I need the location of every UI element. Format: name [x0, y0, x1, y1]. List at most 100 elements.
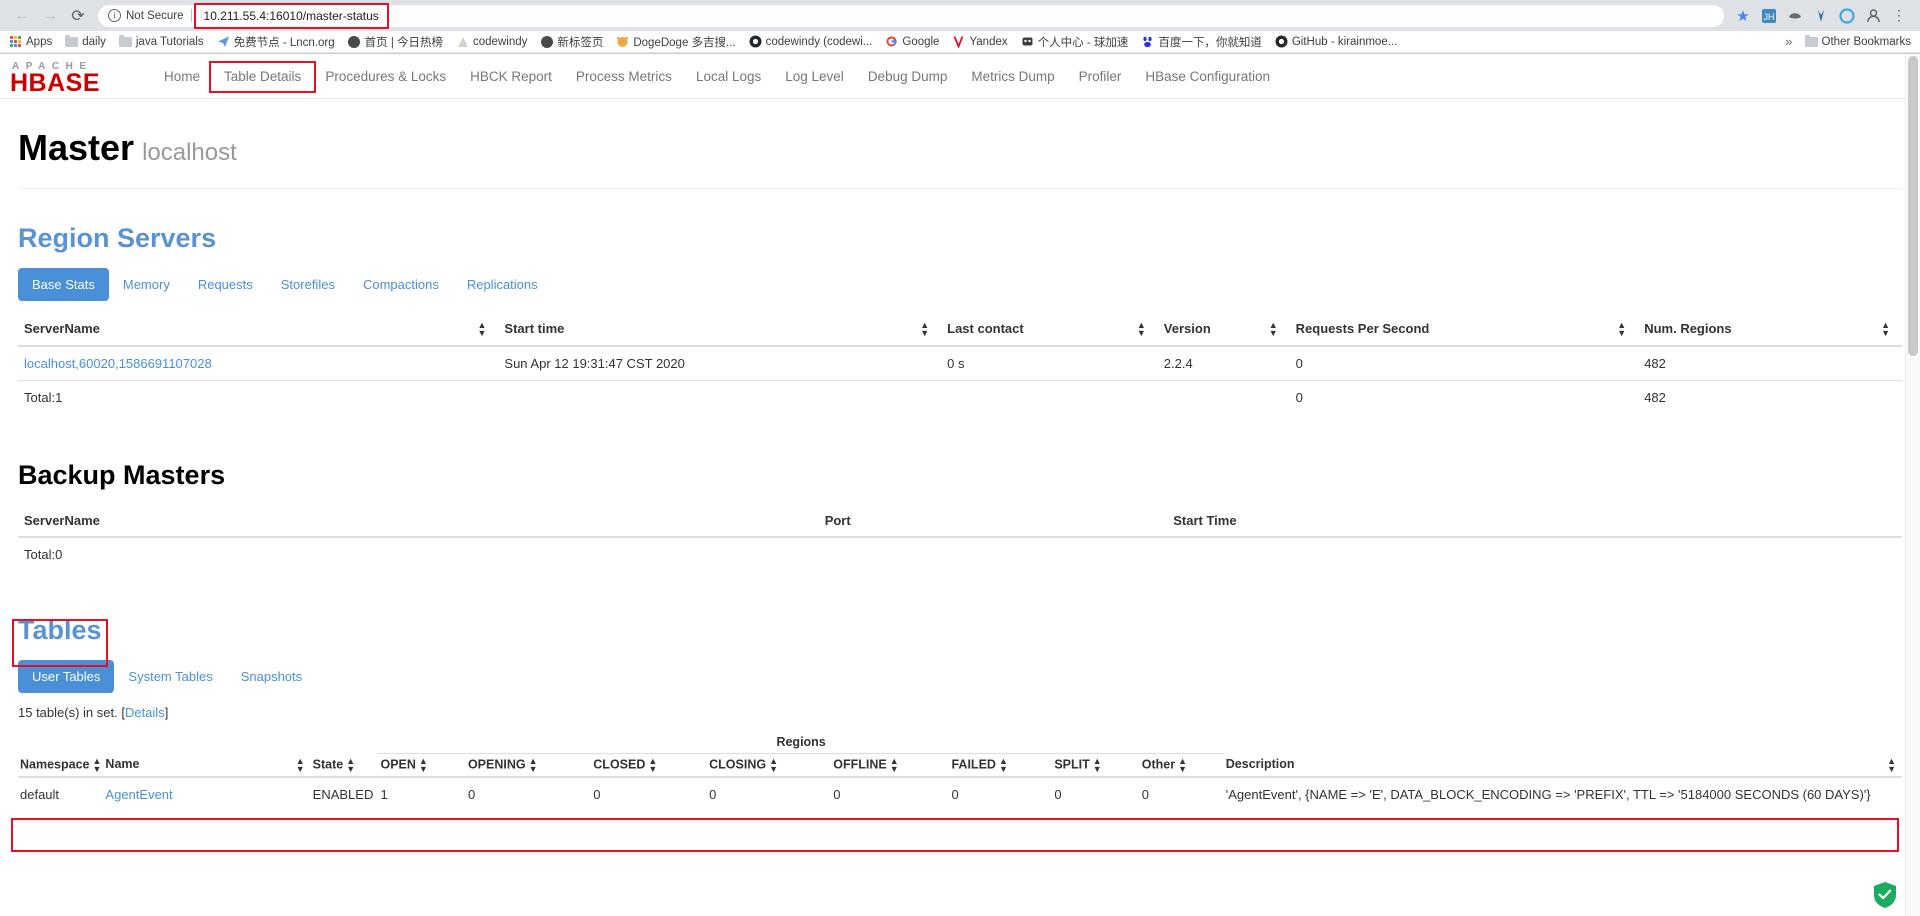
extension-icon-2[interactable]: [1782, 3, 1808, 29]
nav-item-hbck-report[interactable]: HBCK Report: [458, 54, 564, 99]
col-failed[interactable]: FAILED ▲ ▼: [949, 754, 1052, 778]
forward-icon[interactable]: →: [36, 2, 64, 30]
col-namespace[interactable]: Namespace ▲ ▼: [18, 754, 103, 778]
col-backup-start-time: Start Time: [1167, 505, 1902, 538]
bookmark-personal-center[interactable]: 个人中心 - 球加速: [1021, 34, 1128, 50]
address-bar[interactable]: i Not Secure 10.211.55.4:16010/master-st…: [98, 2, 1724, 29]
sort-icon[interactable]: ▲ ▼: [477, 321, 486, 338]
bookmark-daily[interactable]: daily: [65, 34, 106, 48]
scrollbar-thumb[interactable]: [1908, 56, 1918, 356]
bookmark-baidu[interactable]: 百度一下，你就知道: [1141, 34, 1262, 50]
bookmark-google[interactable]: Google: [885, 35, 939, 48]
nav-item-debug-dump[interactable]: Debug Dump: [856, 54, 960, 99]
nav-item-local-logs[interactable]: Local Logs: [684, 54, 773, 99]
bookmark-github-kirainmoe[interactable]: GitHub - kirainmoe...: [1275, 35, 1397, 48]
sort-icon[interactable]: ▲ ▼: [890, 757, 899, 774]
sort-icon[interactable]: ▲ ▼: [346, 756, 355, 773]
col-description[interactable]: Description ▲ ▼: [1224, 754, 1902, 778]
sort-icon[interactable]: ▲ ▼: [93, 756, 102, 773]
sort-icon[interactable]: ▲ ▼: [1881, 321, 1890, 338]
back-icon[interactable]: ←: [8, 2, 36, 30]
sort-icon[interactable]: ▲ ▼: [1093, 757, 1102, 774]
bookmark-label: 免费节点 - Lncn.org: [233, 36, 335, 49]
extension-icon-3[interactable]: [1808, 3, 1834, 29]
sort-icon[interactable]: ▲ ▼: [529, 757, 538, 774]
extension-icon-4[interactable]: [1834, 3, 1860, 29]
bookmark-label: DogeDoge 多吉搜...: [633, 36, 736, 49]
tab-user-tables[interactable]: User Tables: [18, 660, 115, 693]
col-servername[interactable]: ServerName ▲ ▼: [18, 313, 499, 347]
sort-icon[interactable]: ▲ ▼: [1178, 757, 1187, 774]
nav-item-metrics-dump[interactable]: Metrics Dump: [959, 54, 1066, 99]
other-bookmarks-button[interactable]: Other Bookmarks: [1804, 34, 1911, 48]
sort-icon[interactable]: ▲ ▼: [296, 756, 305, 773]
sort-icon[interactable]: ▲ ▼: [769, 757, 778, 774]
table-name-link[interactable]: AgentEvent: [105, 787, 172, 802]
col-start-time[interactable]: Start time ▲ ▼: [498, 313, 942, 347]
tab-requests[interactable]: Requests: [184, 268, 267, 301]
sort-icon[interactable]: ▲ ▼: [1887, 756, 1896, 773]
nav-item-process-metrics[interactable]: Process Metrics: [564, 54, 684, 99]
col-state[interactable]: State ▲ ▼: [311, 754, 379, 778]
bookmark-yandex[interactable]: Yandex: [952, 35, 1008, 48]
url-container[interactable]: 10.211.55.4:16010/master-status: [193, 2, 389, 29]
col-closing[interactable]: CLOSING ▲ ▼: [707, 754, 831, 778]
nav-item-profiler[interactable]: Profiler: [1067, 54, 1134, 99]
nav-item-home[interactable]: Home: [152, 54, 212, 99]
page-scrollbar[interactable]: [1905, 54, 1920, 916]
col-requests-per-second[interactable]: Requests Per Second ▲ ▼: [1289, 313, 1639, 347]
col-label: OPENING: [467, 757, 526, 772]
security-shield-icon[interactable]: [1872, 881, 1898, 909]
sort-icon[interactable]: ▲ ▼: [419, 757, 428, 774]
bookmark-java-tutorials[interactable]: java Tutorials: [118, 34, 204, 48]
tab-memory[interactable]: Memory: [109, 268, 184, 301]
col-other[interactable]: Other ▲ ▼: [1140, 754, 1224, 778]
apache-hbase-logo[interactable]: APACHE HBASE: [10, 58, 130, 97]
reload-icon[interactable]: ⟳: [64, 2, 92, 30]
server-link[interactable]: localhost,60020,1586691107028: [24, 356, 212, 371]
tab-compactions[interactable]: Compactions: [349, 268, 453, 301]
col-offline[interactable]: OFFLINE ▲ ▼: [831, 754, 949, 778]
details-link[interactable]: Details: [125, 705, 165, 720]
bookmark-dogedoge[interactable]: DogeDoge 多吉搜...: [616, 34, 736, 50]
profile-avatar-icon[interactable]: [1860, 3, 1886, 29]
col-open[interactable]: OPEN ▲ ▼: [378, 754, 465, 778]
col-version[interactable]: Version ▲ ▼: [1157, 313, 1290, 347]
sort-icon[interactable]: ▲ ▼: [1137, 321, 1146, 338]
tab-snapshots[interactable]: Snapshots: [227, 660, 316, 693]
browser-menu-icon[interactable]: ⋮: [1886, 3, 1912, 29]
tab-storefiles[interactable]: Storefiles: [267, 268, 349, 301]
bookmark-newtab[interactable]: 新标签页: [540, 34, 603, 50]
bookmarks-overflow-button[interactable]: »: [1785, 34, 1792, 49]
nav-item-hbase-configuration[interactable]: HBase Configuration: [1133, 54, 1282, 99]
sort-icon[interactable]: ▲ ▼: [1269, 321, 1278, 338]
nav-item-log-level[interactable]: Log Level: [773, 54, 856, 99]
tab-base-stats[interactable]: Base Stats: [18, 268, 109, 301]
bookmark-rebang[interactable]: 首页 | 今日热榜: [348, 34, 443, 50]
tab-system-tables[interactable]: System Tables: [114, 660, 226, 693]
table-header-row: ServerName Port Start Time: [18, 505, 1902, 538]
site-info-icon[interactable]: i: [108, 9, 121, 22]
col-opening[interactable]: OPENING ▲ ▼: [466, 754, 591, 778]
sort-icon[interactable]: ▲ ▼: [648, 757, 657, 774]
tab-replications[interactable]: Replications: [453, 268, 552, 301]
backup-masters-table: ServerName Port Start Time Total:0: [18, 505, 1902, 571]
col-last-contact[interactable]: Last contact ▲ ▼: [941, 313, 1158, 347]
extension-icon-1[interactable]: JH: [1756, 3, 1782, 29]
sort-icon[interactable]: ▲ ▼: [999, 757, 1008, 774]
col-split[interactable]: SPLIT ▲ ▼: [1052, 754, 1139, 778]
col-num-regions[interactable]: Num. Regions ▲ ▼: [1638, 313, 1902, 347]
bookmark-star-icon[interactable]: ★: [1730, 3, 1756, 29]
bookmark-codewindy-github[interactable]: codewindy (codewi...: [749, 35, 872, 48]
sort-icon[interactable]: ▲ ▼: [1617, 321, 1626, 338]
bookmark-lncn[interactable]: 免费节点 - Lncn.org: [217, 34, 335, 50]
bookmark-codewindy[interactable]: codewindy: [456, 35, 527, 48]
bookmark-apps[interactable]: Apps: [9, 35, 52, 48]
sort-icon[interactable]: ▲ ▼: [920, 321, 929, 338]
nav-item-procedures-locks[interactable]: Procedures & Locks: [313, 54, 458, 99]
col-label: State: [312, 757, 344, 772]
col-closed[interactable]: CLOSED ▲ ▼: [591, 754, 707, 778]
col-name[interactable]: Name ▲ ▼: [103, 754, 310, 778]
nav-links: Home Table Details Procedures & Locks HB…: [152, 54, 1282, 99]
nav-item-table-details[interactable]: Table Details: [212, 54, 313, 99]
